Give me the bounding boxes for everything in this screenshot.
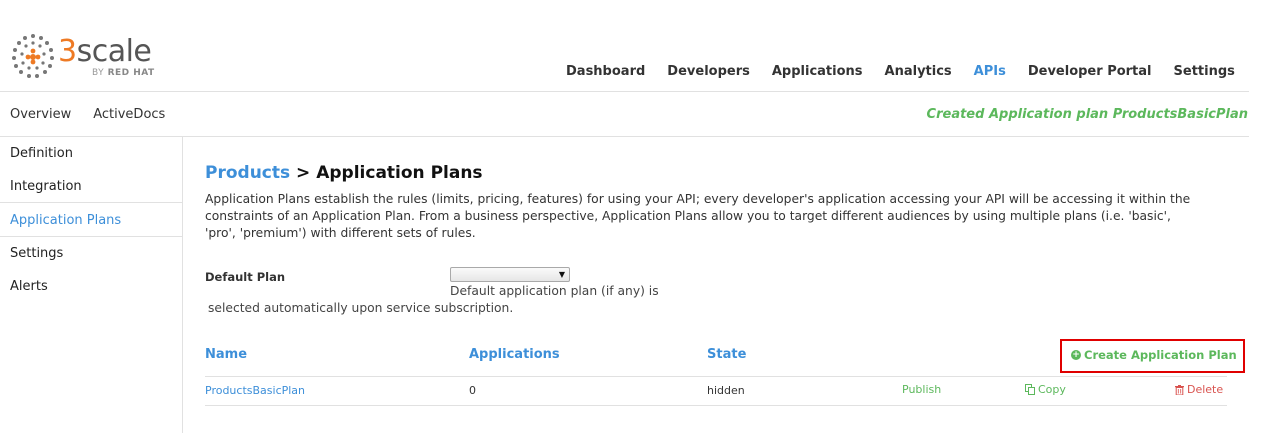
page-description: Application Plans establish the rules (l… — [205, 192, 1191, 240]
dropdown-arrow-icon: ▼ — [558, 270, 565, 279]
page-title: Products > Application Plans — [205, 163, 483, 183]
create-button-label: Create Application Plan — [1084, 348, 1237, 362]
default-plan-hint: Default application plan (if any) is — [450, 284, 659, 298]
sidebar-item-application-plans[interactable]: Application Plans — [10, 213, 121, 228]
topnav-settings[interactable]: Settings — [1163, 64, 1246, 79]
sub-nav: Overview ActiveDocs — [10, 107, 165, 122]
sidebar-divider — [0, 202, 183, 203]
topnav-analytics[interactable]: Analytics — [874, 64, 963, 79]
topnav-applications[interactable]: Applications — [761, 64, 874, 79]
table-row-divider — [205, 405, 1227, 406]
logo-wordmark: 3scale — [58, 34, 152, 69]
sidebar-item-definition[interactable]: Definition — [10, 146, 73, 161]
subnav-activedocs[interactable]: ActiveDocs — [93, 107, 165, 122]
trash-icon — [1175, 384, 1184, 395]
plus-circle-icon: + — [1071, 350, 1081, 360]
logo-subtitle: BY RED HAT — [92, 68, 155, 78]
breadcrumb-separator: > — [290, 163, 317, 183]
sidebar-item-integration[interactable]: Integration — [10, 179, 82, 194]
column-header-state[interactable]: State — [707, 347, 746, 362]
logo-number: 3 — [58, 34, 77, 69]
table-row-divider — [205, 376, 1227, 377]
delete-button[interactable]: Delete — [1175, 383, 1223, 396]
sidebar-item-settings[interactable]: Settings — [10, 246, 63, 261]
column-header-name[interactable]: Name — [205, 347, 247, 362]
logo-word: scale — [76, 34, 152, 69]
delete-label: Delete — [1187, 383, 1224, 396]
header-divider — [0, 91, 1249, 92]
sidebar-divider — [0, 236, 183, 237]
default-plan-label: Default Plan — [205, 270, 286, 284]
copy-button[interactable]: Copy — [1025, 383, 1066, 396]
plan-applications-count: 0 — [469, 384, 476, 397]
plan-name-link[interactable]: ProductsBasicPlan — [205, 384, 305, 397]
subnav-overview[interactable]: Overview — [10, 107, 71, 122]
topnav-developer-portal[interactable]: Developer Portal — [1017, 64, 1163, 79]
page-title-text: Application Plans — [316, 163, 483, 183]
sidebar: Definition Integration Application Plans… — [0, 137, 183, 433]
logo-sub-brand: RED HAT — [107, 68, 155, 78]
create-button-content: + Create Application Plan — [1071, 348, 1237, 362]
logo-dots-icon — [12, 34, 54, 78]
copy-icon — [1025, 384, 1035, 395]
logo-sub-prefix: BY — [92, 68, 105, 78]
topnav-dashboard[interactable]: Dashboard — [555, 64, 656, 79]
publish-button[interactable]: Publish — [902, 383, 941, 396]
top-nav: Dashboard Developers Applications Analyt… — [555, 64, 1246, 79]
default-plan-hint-continued: selected automatically upon service subs… — [208, 301, 514, 315]
column-header-applications[interactable]: Applications — [469, 347, 560, 362]
brand-logo[interactable]: 3scale BY RED HAT — [10, 33, 170, 83]
copy-label: Copy — [1038, 383, 1066, 396]
default-plan-select[interactable]: ▼ — [450, 267, 570, 282]
topnav-apis[interactable]: APIs — [963, 64, 1017, 79]
flash-message: Created Application plan ProductsBasicPl… — [926, 107, 1248, 122]
plan-state: hidden — [707, 384, 745, 397]
topnav-developers[interactable]: Developers — [656, 64, 761, 79]
sidebar-item-alerts[interactable]: Alerts — [10, 279, 48, 294]
create-application-plan-button[interactable]: + Create Application Plan — [1060, 339, 1245, 373]
breadcrumb-products[interactable]: Products — [205, 163, 290, 183]
subnav-divider — [0, 136, 1249, 137]
